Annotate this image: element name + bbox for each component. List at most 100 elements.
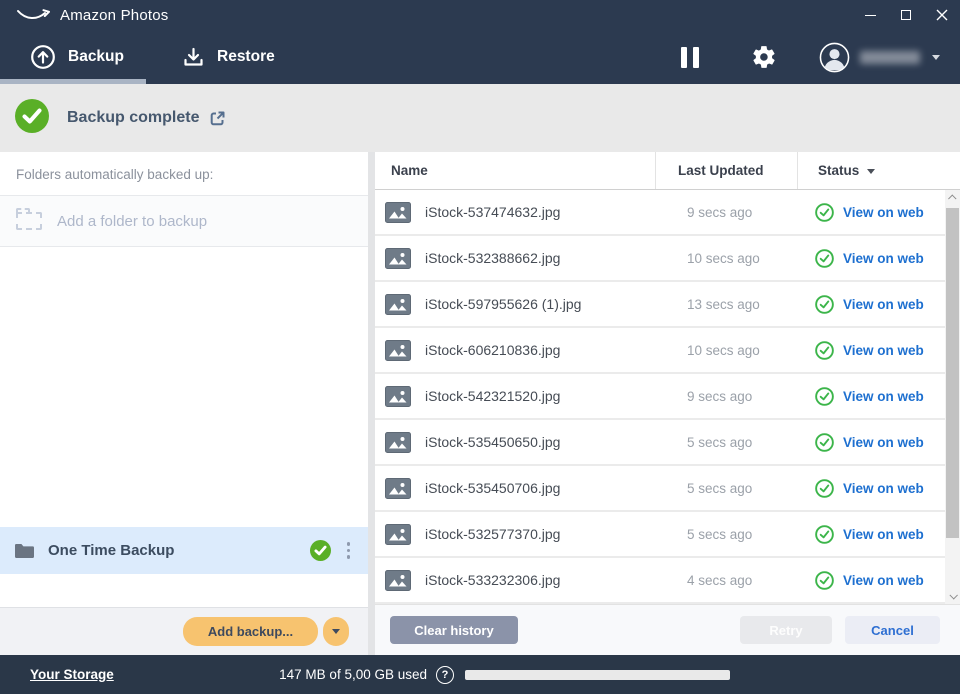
storage-progress-bar <box>465 670 730 680</box>
backup-done-check-icon <box>310 540 331 561</box>
view-on-web-link[interactable]: View on web <box>843 573 924 588</box>
folders-panel-spacer <box>0 247 368 527</box>
file-list-scrollbar[interactable] <box>945 190 960 604</box>
minimize-button[interactable] <box>852 0 888 30</box>
file-name-cell: iStock-535450650.jpg <box>375 432 655 453</box>
uploaded-check-icon <box>815 571 834 590</box>
photo-thumbnail-icon <box>385 248 411 269</box>
photo-thumbnail-icon <box>385 294 411 315</box>
status-cell: View on web <box>797 433 960 452</box>
view-on-web-link[interactable]: View on web <box>843 205 924 220</box>
one-time-backup-label: One Time Backup <box>48 542 174 559</box>
file-name: iStock-535450706.jpg <box>425 480 560 496</box>
user-name-blurred <box>860 51 920 64</box>
add-folder-row[interactable]: Add a folder to backup <box>0 195 368 247</box>
user-menu[interactable] <box>819 42 940 73</box>
avatar-icon <box>819 42 850 73</box>
active-tab-indicator <box>0 79 146 84</box>
close-button[interactable] <box>924 0 960 30</box>
view-on-web-link[interactable]: View on web <box>843 481 924 496</box>
backup-history-panel: Name Last Updated Status iStock-53747463… <box>375 152 960 655</box>
storage-footer: Your Storage 147 MB of 5,00 GB used ? <box>0 655 960 694</box>
chevron-down-icon <box>332 629 340 634</box>
add-backup-button[interactable]: Add backup... <box>183 617 318 646</box>
folders-heading: Folders automatically backed up: <box>0 152 368 195</box>
add-folder-label: Add a folder to backup <box>57 213 207 230</box>
help-icon[interactable]: ? <box>436 666 454 684</box>
status-cell: View on web <box>797 525 960 544</box>
status-cell: View on web <box>797 249 960 268</box>
uploaded-check-icon <box>815 387 834 406</box>
title-bar: Amazon Photos <box>0 0 960 30</box>
clear-history-button[interactable]: Clear history <box>390 616 518 644</box>
file-name: iStock-533232306.jpg <box>425 572 560 588</box>
dashed-folder-icon <box>16 212 42 230</box>
table-row: iStock-532577370.jpg 5 secs ago View on … <box>375 512 960 558</box>
cancel-button[interactable]: Cancel <box>845 616 940 644</box>
photo-thumbnail-icon <box>385 478 411 499</box>
view-on-web-link[interactable]: View on web <box>843 389 924 404</box>
pause-icon <box>681 47 687 68</box>
scrollbar-thumb[interactable] <box>946 208 959 538</box>
pause-backup-button[interactable] <box>681 47 699 68</box>
external-link-icon[interactable] <box>208 109 227 128</box>
view-on-web-link[interactable]: View on web <box>843 435 924 450</box>
last-updated-cell: 5 secs ago <box>655 435 797 450</box>
uploaded-check-icon <box>815 341 834 360</box>
file-name: iStock-537474632.jpg <box>425 204 560 220</box>
add-backup-dropdown-button[interactable] <box>323 617 349 646</box>
table-row: iStock-532388662.jpg 10 secs ago View on… <box>375 236 960 282</box>
settings-button[interactable] <box>751 44 777 70</box>
status-filter-caret-icon <box>867 169 875 174</box>
folders-panel: Folders automatically backed up: Add a f… <box>0 152 368 655</box>
uploaded-check-icon <box>815 295 834 314</box>
uploaded-check-icon <box>815 203 834 222</box>
file-name-cell: iStock-533232306.jpg <box>375 570 655 591</box>
status-cell: View on web <box>797 387 960 406</box>
backup-complete-label: Backup complete <box>67 109 199 127</box>
minimize-icon <box>865 15 876 16</box>
photo-thumbnail-icon <box>385 386 411 407</box>
maximize-button[interactable] <box>888 0 924 30</box>
view-on-web-link[interactable]: View on web <box>843 251 924 266</box>
tab-restore[interactable]: Restore <box>182 46 275 69</box>
app-title: Amazon Photos <box>60 7 169 24</box>
table-row: iStock-606210836.jpg 10 secs ago View on… <box>375 328 960 374</box>
nav-bar: Backup Restore <box>0 30 960 84</box>
photo-thumbnail-icon <box>385 340 411 361</box>
last-updated-cell: 5 secs ago <box>655 527 797 542</box>
restore-download-icon <box>182 46 205 69</box>
success-check-icon <box>15 99 49 138</box>
folder-icon <box>14 542 35 559</box>
view-on-web-link[interactable]: View on web <box>843 527 924 542</box>
file-name-cell: iStock-597955626 (1).jpg <box>375 294 655 315</box>
column-header-status[interactable]: Status <box>797 152 960 189</box>
file-name: iStock-532388662.jpg <box>425 250 560 266</box>
last-updated-cell: 9 secs ago <box>655 389 797 404</box>
table-header: Name Last Updated Status <box>375 152 960 190</box>
your-storage-link[interactable]: Your Storage <box>30 667 114 682</box>
tab-backup[interactable]: Backup <box>30 44 124 70</box>
uploaded-check-icon <box>815 525 834 544</box>
tab-backup-label: Backup <box>68 48 124 66</box>
view-on-web-link[interactable]: View on web <box>843 343 924 358</box>
close-icon <box>936 9 948 21</box>
file-name: iStock-532577370.jpg <box>425 526 560 542</box>
last-updated-cell: 10 secs ago <box>655 343 797 358</box>
add-backup-bar: Add backup... <box>0 607 368 655</box>
table-row: iStock-535450706.jpg 5 secs ago View on … <box>375 466 960 512</box>
status-cell: View on web <box>797 203 960 222</box>
view-on-web-link[interactable]: View on web <box>843 297 924 312</box>
column-header-name: Name <box>375 163 655 178</box>
scroll-down-arrow[interactable] <box>945 588 960 604</box>
scroll-up-arrow[interactable] <box>945 190 960 206</box>
file-name-cell: iStock-606210836.jpg <box>375 340 655 361</box>
backup-status-banner: Backup complete <box>0 84 960 152</box>
history-action-bar: Clear history Retry Cancel <box>375 604 960 655</box>
one-time-backup-row[interactable]: One Time Backup <box>0 527 368 574</box>
retry-button: Retry <box>740 616 832 644</box>
photo-thumbnail-icon <box>385 570 411 591</box>
file-name-cell: iStock-532577370.jpg <box>375 524 655 545</box>
more-options-kebab-icon[interactable] <box>341 538 357 563</box>
status-cell: View on web <box>797 341 960 360</box>
